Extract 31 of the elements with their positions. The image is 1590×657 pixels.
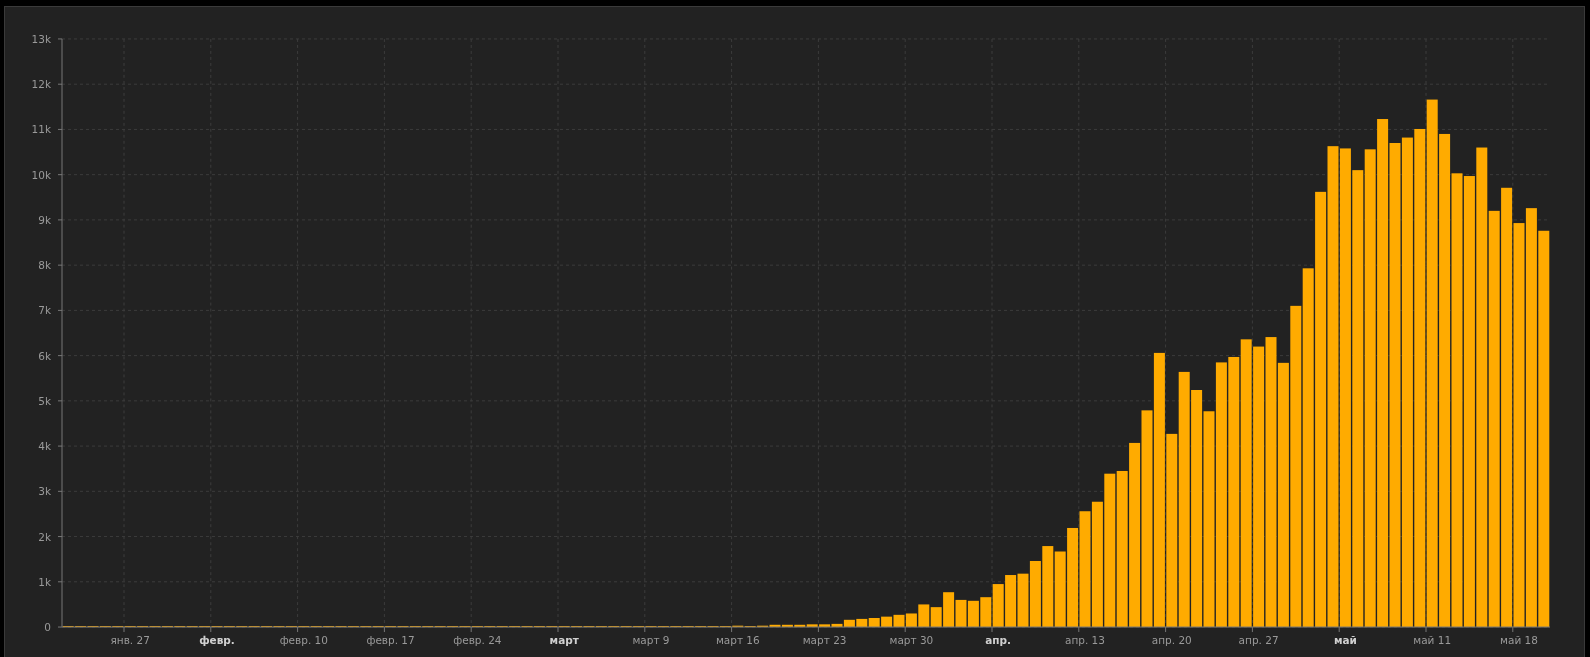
y-tick-label: 0 [44, 621, 51, 634]
y-tick-label: 12k [31, 78, 51, 91]
y-tick-label: 10k [31, 168, 51, 181]
x-tick-label: февр. 17 [366, 634, 415, 646]
y-tick-label: 8k [38, 259, 51, 272]
x-tick-label: апр. 27 [1238, 634, 1279, 646]
y-tick-label: 2k [38, 530, 51, 543]
x-tick-label: апр. 13 [1065, 634, 1105, 646]
y-tick-label: 7k [38, 304, 51, 317]
x-tick-label: март 16 [715, 634, 760, 646]
x-tick-label: апр. 20 [1151, 634, 1192, 646]
y-tick-label: 3k [38, 485, 51, 498]
x-tick-label: май 18 [1500, 634, 1538, 646]
x-tick-label: март 9 [632, 634, 670, 646]
y-tick-label: 4k [38, 440, 51, 453]
x-tick-label: февр. 10 [279, 634, 328, 646]
x-tick-label: май 11 [1413, 634, 1452, 646]
x-tick-label: март 30 [889, 634, 934, 646]
x-tick-label: февр. [199, 634, 235, 646]
x-tick-label: янв. 27 [110, 634, 150, 646]
y-tick-label: 13k [31, 32, 51, 45]
y-tick-label: 1k [38, 575, 51, 588]
x-tick-label: март 23 [802, 634, 847, 646]
x-tick-label: март [549, 634, 579, 646]
x-tick-label: апр. [985, 634, 1012, 646]
y-tick-label: 11k [31, 123, 51, 136]
x-tick-label: февр. 24 [453, 634, 502, 646]
y-tick-label: 5k [38, 394, 51, 407]
y-tick-label: 6k [38, 349, 51, 362]
y-tick-label: 9k [38, 213, 51, 226]
x-tick-label: май [1333, 634, 1357, 646]
